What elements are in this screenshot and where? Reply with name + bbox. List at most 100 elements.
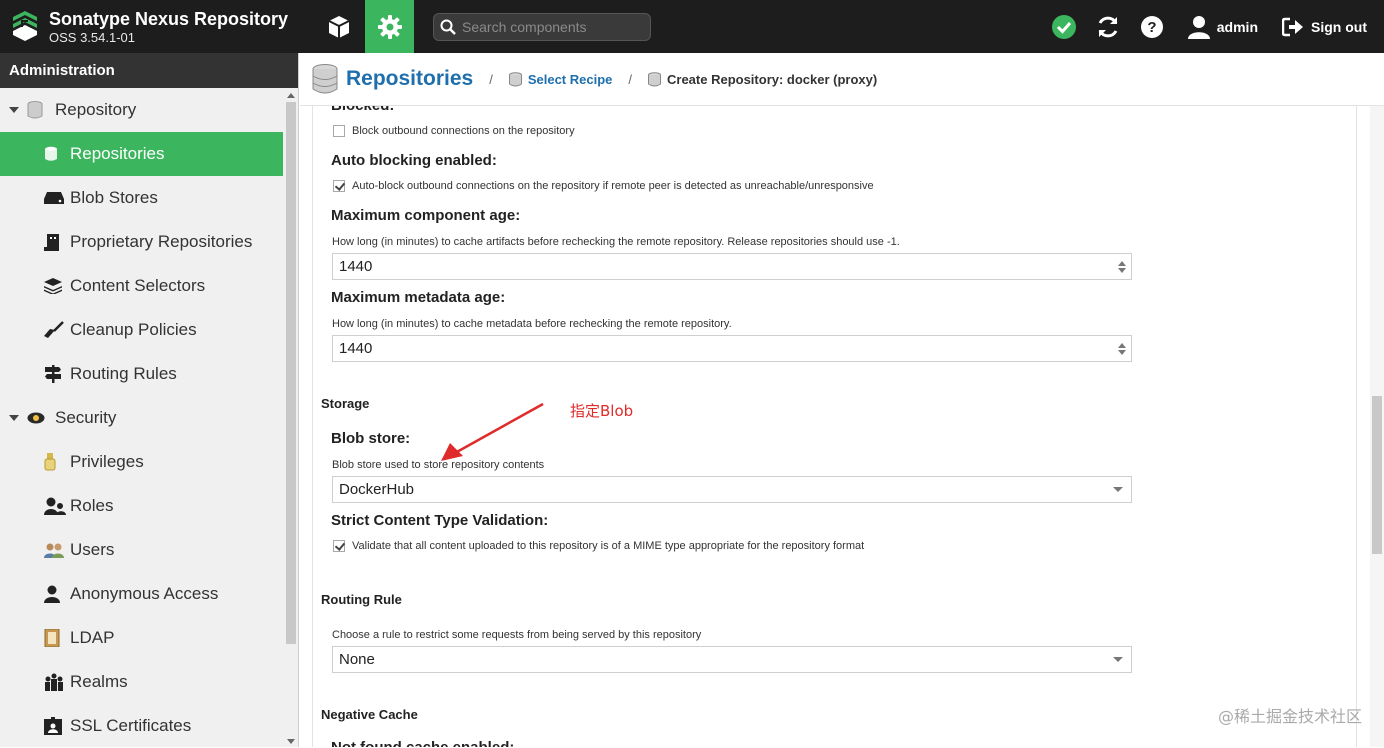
routing-rule-select[interactable]: None: [332, 646, 1132, 673]
app-version: OSS 3.54.1-01: [49, 31, 288, 44]
sign-out-icon: [1282, 17, 1304, 37]
sidebar-item-repositories[interactable]: Repositories: [0, 132, 283, 176]
number-spinner[interactable]: [1113, 254, 1131, 279]
caret-down-icon: [9, 105, 19, 115]
auto-blocking-row: Auto-block outbound connections on the r…: [333, 180, 874, 192]
max-component-age-help: How long (in minutes) to cache artifacts…: [332, 236, 900, 248]
signpost-icon: [44, 365, 62, 383]
sidebar-nav: Repository Repositories Blob Stores Prop…: [0, 88, 283, 748]
max-metadata-age-label: Maximum metadata age:: [331, 289, 505, 306]
nexus-logo-icon: [10, 11, 40, 43]
sidebar-scrollbar[interactable]: [284, 88, 298, 747]
user-menu[interactable]: admin: [1188, 15, 1258, 39]
blocked-row: Block outbound connections on the reposi…: [333, 125, 575, 137]
annotation-arrow-icon: [433, 401, 563, 466]
main-content: Blocked: Block outbound connections on t…: [300, 106, 1384, 747]
number-spinner[interactable]: [1113, 336, 1131, 361]
sidebar-scroll-thumb[interactable]: [286, 102, 296, 644]
search-box[interactable]: [433, 13, 651, 41]
annotation-text: 指定Blob: [570, 400, 633, 421]
search-input[interactable]: [462, 19, 642, 35]
sidebar-group-security[interactable]: Security: [0, 396, 283, 440]
blob-store-label: Blob store:: [331, 430, 410, 447]
spinner-up-icon[interactable]: [1118, 261, 1126, 266]
users-group-icon: [44, 541, 64, 559]
breadcrumb-repositories[interactable]: Repositories: [346, 67, 473, 91]
sidebar-item-realms[interactable]: Realms: [0, 660, 283, 704]
sidebar-item-users[interactable]: Users: [0, 528, 283, 572]
sidebar-item-blob-stores[interactable]: Blob Stores: [0, 176, 283, 220]
sidebar: Administration Repository Repositories B…: [0, 53, 299, 747]
dropdown-arrow-icon[interactable]: [1113, 657, 1123, 662]
sidebar-item-roles[interactable]: Roles: [0, 484, 283, 528]
hard-drive-icon: [44, 191, 64, 205]
sidebar-item-label: Realms: [70, 672, 128, 692]
auto-blocking-label: Auto blocking enabled:: [331, 152, 497, 169]
sidebar-group-label: Security: [55, 408, 116, 428]
administration-button[interactable]: [365, 0, 414, 53]
breadcrumb-separator: /: [489, 72, 493, 87]
breadcrumb-separator: /: [628, 72, 632, 87]
sidebar-item-content-selectors[interactable]: Content Selectors: [0, 264, 283, 308]
strict-content-label: Strict Content Type Validation:: [331, 512, 548, 529]
sidebar-item-label: Blob Stores: [70, 188, 158, 208]
user-icon: [44, 585, 60, 603]
max-metadata-age-value: 1440: [339, 340, 372, 357]
watermark: @稀土掘金技术社区: [1218, 703, 1362, 727]
sign-out-button[interactable]: Sign out: [1282, 17, 1367, 37]
blob-store-value: DockerHub: [339, 481, 414, 498]
search-icon: [440, 19, 456, 35]
sidebar-item-label: Proprietary Repositories: [70, 232, 252, 252]
sidebar-item-ssl-certificates[interactable]: SSL Certificates: [0, 704, 283, 748]
sidebar-item-label: Content Selectors: [70, 276, 205, 296]
sidebar-item-routing-rules[interactable]: Routing Rules: [0, 352, 283, 396]
sidebar-item-anonymous-access[interactable]: Anonymous Access: [0, 572, 283, 616]
help-icon: ?: [1140, 15, 1164, 39]
blocked-checkbox[interactable]: [333, 125, 345, 137]
main-scrollbar[interactable]: [1370, 106, 1384, 747]
max-metadata-age-input[interactable]: 1440: [332, 335, 1132, 362]
id-card-icon: [44, 717, 62, 735]
browse-button[interactable]: [316, 0, 362, 53]
sidebar-item-label: Repositories: [70, 144, 165, 164]
main-scroll-thumb[interactable]: [1372, 396, 1382, 554]
sidebar-item-label: Users: [70, 540, 114, 560]
blob-store-select[interactable]: DockerHub: [332, 476, 1132, 503]
username: admin: [1217, 19, 1258, 35]
refresh-button[interactable]: [1094, 0, 1122, 53]
help-button[interactable]: ?: [1138, 0, 1166, 53]
sign-out-label: Sign out: [1311, 19, 1367, 35]
spinner-down-icon[interactable]: [1118, 350, 1126, 355]
layers-icon: [44, 278, 62, 294]
spinner-up-icon[interactable]: [1118, 343, 1126, 348]
dropdown-arrow-icon[interactable]: [1113, 487, 1123, 492]
eye-icon: [27, 412, 45, 424]
breadcrumb-current: Create Repository: docker (proxy): [667, 72, 877, 87]
sidebar-group-label: Repository: [55, 100, 136, 120]
refresh-icon: [1095, 14, 1121, 40]
svg-text:?: ?: [1147, 19, 1156, 36]
breadcrumb-select-recipe[interactable]: Select Recipe: [528, 72, 613, 87]
database-icon: [648, 72, 661, 87]
scroll-up-icon[interactable]: [287, 93, 295, 98]
sidebar-item-proprietary-repositories[interactable]: Proprietary Repositories: [0, 220, 283, 264]
spinner-down-icon[interactable]: [1118, 268, 1126, 273]
realm-users-icon: [44, 673, 64, 691]
sidebar-item-cleanup-policies[interactable]: Cleanup Policies: [0, 308, 283, 352]
check-circle-icon: [1051, 14, 1077, 40]
brand[interactable]: Sonatype Nexus Repository OSS 3.54.1-01: [0, 0, 300, 53]
breadcrumb: Repositories / Select Recipe / Create Re…: [300, 53, 1384, 106]
strict-content-checkbox[interactable]: [333, 540, 345, 552]
sidebar-item-privileges[interactable]: Privileges: [0, 440, 283, 484]
scroll-down-icon[interactable]: [287, 739, 295, 744]
strict-content-row: Validate that all content uploaded to th…: [333, 540, 864, 552]
strict-content-checkbox-label: Validate that all content uploaded to th…: [352, 540, 864, 552]
database-icon: [312, 64, 338, 94]
blocked-checkbox-label: Block outbound connections on the reposi…: [352, 125, 575, 137]
storage-section-title: Storage: [321, 396, 369, 411]
auto-blocking-checkbox[interactable]: [333, 180, 345, 192]
max-component-age-input[interactable]: 1440: [332, 253, 1132, 280]
sidebar-group-repository[interactable]: Repository: [0, 88, 283, 132]
sidebar-item-ldap[interactable]: LDAP: [0, 616, 283, 660]
system-status-button[interactable]: [1050, 0, 1078, 53]
